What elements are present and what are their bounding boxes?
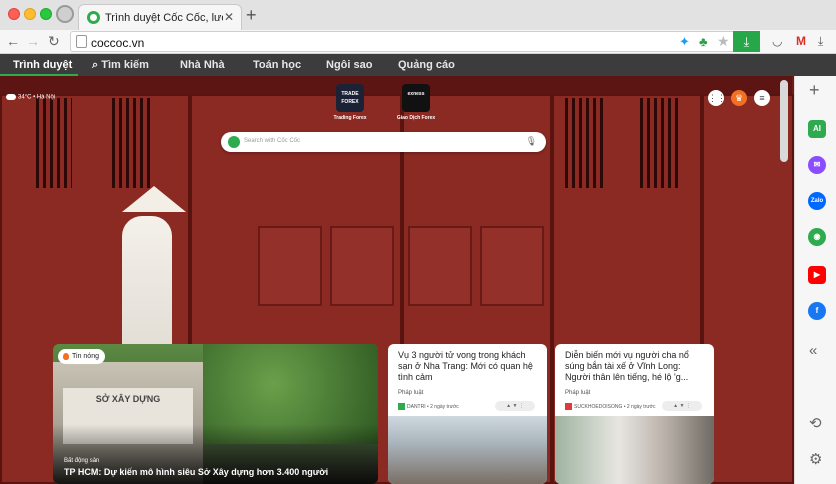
new-tab-page: 34°C • Hà Nội TRADE FOREX Trading Forex … bbox=[0, 76, 794, 484]
facebook-icon[interactable]: f bbox=[808, 302, 826, 320]
shortcut-label: Trading Forex bbox=[333, 115, 367, 121]
news-card-actions[interactable]: ▲ ▼ ⋮ bbox=[662, 401, 702, 411]
tab-coccoc[interactable]: Trình duyệt Cốc Cốc, lướt web ✕ bbox=[78, 4, 242, 30]
messenger-icon[interactable]: ✉ bbox=[808, 156, 826, 174]
search-placeholder: Search with Cốc Cốc bbox=[244, 138, 301, 144]
nav-toan-hoc[interactable]: Toán học bbox=[253, 59, 301, 71]
scrollbar[interactable] bbox=[780, 80, 788, 162]
suckhoedoisong-logo-icon bbox=[565, 403, 572, 410]
news-card-source-text: SUCKHOEDOISONG • 2 ngày trước bbox=[574, 403, 656, 410]
history-icon[interactable]: ⟲ bbox=[809, 414, 822, 432]
coccoc-logo-icon bbox=[228, 136, 240, 148]
downloads-icon[interactable]: ⤓ bbox=[818, 34, 823, 49]
hot-news-card[interactable]: SỞ XÂY DỰNG Tin nóng Bất động sản TP HCM… bbox=[53, 344, 378, 484]
hot-badge-label: Tin nóng bbox=[72, 353, 99, 360]
page-icon bbox=[76, 35, 87, 48]
tree-icon[interactable]: ♣ bbox=[699, 34, 708, 49]
bookmark-star-icon[interactable]: ★ bbox=[717, 33, 730, 50]
forward-icon[interactable]: → bbox=[26, 33, 40, 49]
door-panel bbox=[408, 226, 472, 306]
weather-text: 34°C • Hà Nội bbox=[18, 94, 56, 101]
wall-slats bbox=[640, 98, 682, 188]
shortcut-label: Giao Dịch Forex bbox=[396, 115, 436, 121]
minimize-window-button[interactable] bbox=[24, 8, 36, 20]
shortcut-giao-dich-forex[interactable]: exness Giao Dịch Forex bbox=[386, 84, 446, 121]
news-card-image bbox=[388, 416, 547, 484]
close-window-button[interactable] bbox=[8, 8, 20, 20]
title-bar: Trình duyệt Cốc Cốc, lướt web ✕ + bbox=[0, 0, 836, 30]
download-page-button[interactable]: ⤓ bbox=[733, 31, 760, 52]
maximize-window-button[interactable] bbox=[40, 8, 52, 20]
coccoc-menu-icon[interactable] bbox=[56, 5, 74, 23]
nav-tim-kiem-label: Tìm kiếm bbox=[101, 59, 149, 71]
youtube-icon[interactable]: ▶ bbox=[808, 266, 826, 284]
settings-sliders-icon[interactable]: ≡ bbox=[754, 90, 770, 106]
collapse-icon[interactable]: « bbox=[809, 342, 817, 359]
right-sidebar: + AI ✉ Zalo ◉ ▶ f « ⟲ ⚙ bbox=[794, 76, 836, 484]
nav-nha-nha[interactable]: Nhà Nhà bbox=[180, 59, 225, 71]
tab-title: Trình duyệt Cốc Cốc, lướt web bbox=[105, 12, 223, 24]
back-icon[interactable]: ← bbox=[6, 33, 20, 49]
twitter-icon[interactable]: ✦ bbox=[679, 34, 690, 50]
nav-ngoi-sao[interactable]: Ngôi sao bbox=[326, 59, 372, 71]
news-card[interactable]: Vụ 3 người tử vong trong khách sạn ở Nha… bbox=[388, 344, 547, 484]
exness-logo-icon: exness bbox=[402, 84, 430, 112]
hero-title[interactable]: TP HCM: Dự kiến mô hình siêu Sở Xây dựng… bbox=[64, 467, 328, 477]
door-panel bbox=[480, 226, 544, 306]
nav-tim-kiem[interactable]: ⌕ Tìm kiếm bbox=[92, 59, 149, 72]
pocket-icon[interactable]: ◡ bbox=[772, 34, 782, 48]
news-card-title[interactable]: Diễn biến mới vụ người cha nổ súng bắn t… bbox=[565, 350, 707, 383]
search-icon: ⌕ bbox=[92, 59, 99, 71]
door-panel bbox=[258, 226, 322, 306]
microphone-icon[interactable]: 🎙 bbox=[526, 136, 537, 147]
shortcut-trading-forex[interactable]: TRADE FOREX Trading Forex bbox=[320, 84, 380, 121]
news-card-title[interactable]: Vụ 3 người tử vong trong khách sạn ở Nha… bbox=[398, 350, 540, 383]
settings-icon[interactable]: ⚙ bbox=[809, 450, 822, 468]
address-text: coccoc.vn bbox=[91, 36, 145, 50]
toolbar: ← → ↻ coccoc.vn ✦ ♣ ★ ⤓ ◡ M ⤓ bbox=[0, 30, 836, 54]
door-panel bbox=[330, 226, 394, 306]
zalo-icon[interactable]: Zalo bbox=[808, 192, 826, 210]
news-card-source: DANTRI • 2 ngày trước bbox=[398, 403, 459, 410]
news-card-actions[interactable]: ▲ ▼ ⋮ bbox=[495, 401, 535, 411]
crown-icon[interactable]: ♛ bbox=[731, 90, 747, 106]
news-card-source: SUCKHOEDOISONG • 2 ngày trước bbox=[565, 403, 655, 410]
fire-icon bbox=[63, 353, 69, 360]
address-bar[interactable]: coccoc.vn ✦ ♣ ★ ⤓ bbox=[70, 31, 760, 52]
news-card-category: Pháp luật bbox=[398, 390, 424, 396]
reload-icon[interactable]: ↻ bbox=[48, 33, 60, 50]
coccoc-nav-strip: Trình duyệt ⌕ Tìm kiếm Nhà Nhà Toán học … bbox=[0, 54, 836, 76]
game-icon[interactable]: ◉ bbox=[808, 228, 826, 246]
wall-slats bbox=[112, 98, 154, 188]
wall-slats bbox=[36, 98, 72, 188]
cloud-icon bbox=[6, 94, 16, 100]
weather-widget[interactable]: 34°C • Hà Nội bbox=[6, 94, 55, 101]
ai-icon[interactable]: AI bbox=[808, 120, 826, 138]
news-card-image bbox=[555, 416, 714, 484]
dantri-logo-icon bbox=[398, 403, 405, 410]
news-card-source-text: DANTRI • 2 ngày trước bbox=[407, 403, 459, 410]
plus-icon[interactable]: + bbox=[809, 80, 820, 101]
news-card-category: Pháp luật bbox=[565, 390, 591, 396]
wall-slats bbox=[565, 98, 607, 188]
tab-close-icon[interactable]: ✕ bbox=[224, 10, 234, 24]
conical-hat bbox=[122, 186, 186, 212]
trade-forex-logo-icon: TRADE FOREX bbox=[336, 84, 364, 112]
nav-trinh-duyet[interactable]: Trình duyệt bbox=[13, 59, 72, 71]
favicon-icon bbox=[87, 11, 100, 24]
new-tab-button[interactable]: + bbox=[246, 5, 257, 26]
nav-quang-cao[interactable]: Quảng cáo bbox=[398, 59, 455, 71]
hero-category: Bất động sản bbox=[64, 458, 100, 464]
gmail-icon[interactable]: M bbox=[796, 34, 806, 48]
hot-news-badge: Tin nóng bbox=[58, 349, 105, 364]
apps-grid-icon[interactable]: ⋮⋮ bbox=[708, 90, 726, 106]
news-card[interactable]: Diễn biến mới vụ người cha nổ súng bắn t… bbox=[555, 344, 714, 484]
search-box[interactable]: Search with Cốc Cốc 🎙 bbox=[221, 132, 546, 152]
